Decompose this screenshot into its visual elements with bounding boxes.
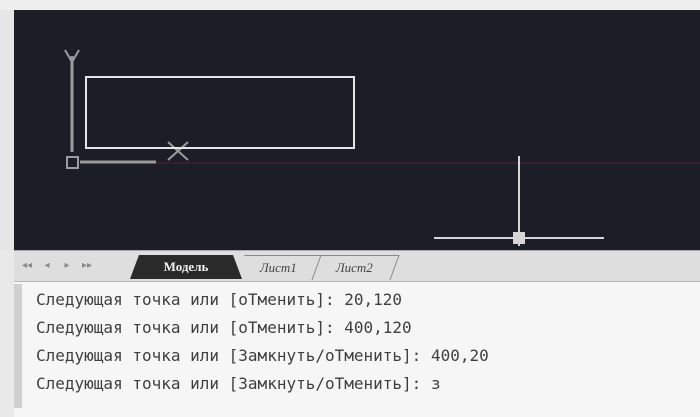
crosshair-cursor — [434, 156, 604, 246]
ucs-icon — [64, 49, 189, 169]
layout-tab-bar: ◂◂ ◂ ▸ ▸▸ Модель Лист1 Лист2 — [14, 250, 700, 281]
command-line: Следующая точка или [оТменить]: 20,120 — [36, 290, 403, 309]
ucs-x-label-glyph — [167, 141, 189, 161]
tab-sheet1[interactable]: Лист1 — [235, 255, 322, 280]
tab-sheet2[interactable]: Лист2 — [309, 255, 400, 280]
top-edge — [0, 0, 700, 10]
last-tab-button[interactable]: ▸▸ — [80, 259, 94, 273]
command-line: Следующая точка или [Замкнуть/оТменить]:… — [36, 374, 441, 393]
model-space-viewport[interactable]: Y — [14, 10, 700, 250]
tab-model[interactable]: Модель — [130, 255, 242, 279]
left-edge — [0, 10, 14, 250]
next-tab-button[interactable]: ▸ — [60, 259, 74, 273]
command-line: Следующая точка или [оТменить]: 400,120 — [36, 318, 412, 337]
crosshair-pickbox — [513, 232, 525, 244]
command-scrollbar[interactable] — [14, 284, 22, 408]
prev-tab-button[interactable]: ◂ — [40, 259, 54, 273]
drawing-canvas[interactable]: Y — [14, 10, 700, 250]
drawn-rectangle[interactable] — [85, 76, 355, 149]
command-history[interactable]: Следующая точка или [оТменить]: 20,120 С… — [14, 281, 700, 417]
first-tab-button[interactable]: ◂◂ — [20, 259, 34, 273]
command-line: Следующая точка или [Замкнуть/оТменить]:… — [36, 346, 489, 365]
ucs-origin-box — [66, 156, 79, 169]
tab-sheet1-label: Лист1 — [259, 260, 297, 275]
tab-sheet2-label: Лист2 — [335, 260, 373, 275]
ucs-y-label: Y — [82, 57, 83, 59]
